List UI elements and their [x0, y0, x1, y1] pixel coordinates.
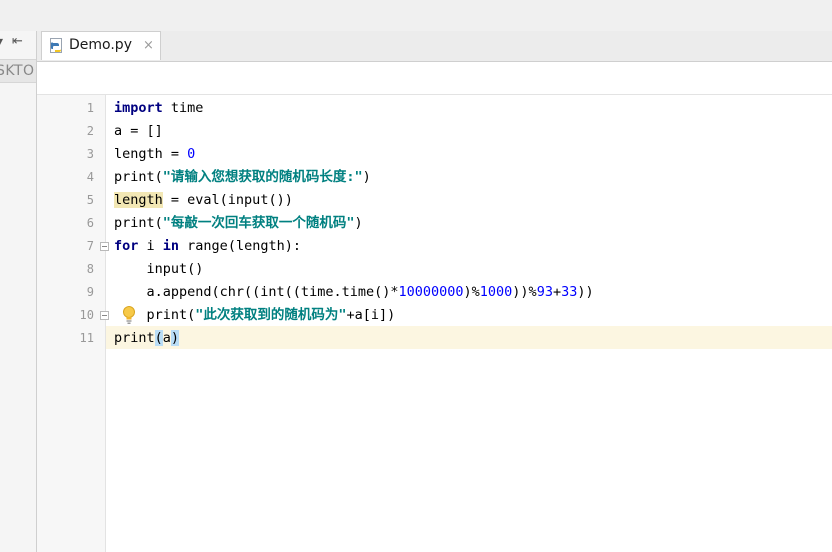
code-line[interactable]: 2 a = [] [37, 120, 832, 143]
code-token: ) [354, 215, 363, 231]
line-number: 9 [86, 285, 94, 299]
fold-marker-icon[interactable] [100, 311, 109, 320]
string-token: "此次获取到的随机码为" [195, 307, 347, 323]
dropdown-arrow-icon[interactable]: ▾ [0, 34, 3, 48]
string-token: "每敲一次回车获取一个随机码" [162, 215, 355, 231]
line-code: print(a) [114, 327, 180, 350]
code-token: )) [577, 284, 594, 300]
code-token: + [552, 284, 562, 300]
code-line[interactable]: 1 import time [37, 97, 832, 120]
line-code: for i in range(length): [114, 235, 301, 258]
code-line[interactable]: 4 print("请输入您想获取的随机码长度:") [37, 166, 832, 189]
line-code: a.append(chr((int((time.time()*10000000)… [114, 281, 594, 304]
code-line[interactable]: 9 a.append(chr((int((time.time()*1000000… [37, 281, 832, 304]
number-token: 0 [187, 146, 196, 162]
code-token: input() [114, 261, 204, 277]
code-token: print( [114, 307, 196, 323]
line-number: 6 [86, 216, 94, 230]
code-token: ) [362, 169, 371, 185]
editor-lines: 1 import time 2 a = [] 3 length = 0 4 pr… [37, 0, 832, 552]
code-token: range(length): [179, 238, 301, 254]
code-line[interactable]: 8 input() [37, 258, 832, 281]
line-number: 7 [86, 239, 94, 253]
code-line[interactable]: 7 for i in range(length): [37, 235, 832, 258]
code-token: a = [] [114, 123, 163, 139]
code-line[interactable]: 5 length = eval(input()) [37, 189, 832, 212]
line-code: print("此次获取到的随机码为"+a[i]) [114, 304, 396, 327]
number-token: 93 [536, 284, 553, 300]
line-number: 2 [86, 124, 94, 138]
project-panel: ▾ ⇤ SKTO [0, 31, 37, 552]
code-token: a.append(chr((int((time.time()* [114, 284, 399, 300]
code-line[interactable]: 11 print(a) [37, 327, 832, 350]
project-tree-item[interactable]: SKTO [0, 59, 36, 83]
line-code: print("每敲一次回车获取一个随机码") [114, 212, 363, 235]
number-token: 1000 [479, 284, 513, 300]
code-line[interactable]: 3 length = 0 [37, 143, 832, 166]
line-code: input() [114, 258, 204, 281]
line-code: print("请输入您想获取的随机码长度:") [114, 166, 371, 189]
code-token: )% [463, 284, 480, 300]
line-number: 8 [86, 262, 94, 276]
code-token: print( [114, 169, 163, 185]
keyword-token: import [114, 100, 163, 116]
code-line[interactable]: 6 print("每敲一次回车获取一个随机码") [37, 212, 832, 235]
line-code: import time [114, 97, 203, 120]
project-panel-toolbar: ▾ ⇤ [0, 31, 36, 59]
brace-match-token: ( [154, 330, 163, 346]
usage-highlight-token: length [114, 192, 163, 208]
line-number: 11 [79, 331, 94, 345]
code-token: print( [114, 215, 163, 231]
project-tree-label: SKTO [0, 63, 35, 79]
string-token: "请输入您想获取的随机码长度:" [162, 169, 363, 185]
line-code: a = [] [114, 120, 163, 143]
code-line[interactable]: 10 print("此次获取到的随机码为"+a[i]) [37, 304, 832, 327]
line-number: 5 [86, 193, 94, 207]
code-token: length = [114, 146, 188, 162]
fold-marker-icon[interactable] [100, 242, 109, 251]
keyword-token: for [114, 238, 139, 254]
code-token: ))% [512, 284, 537, 300]
brace-match-token: ) [170, 330, 180, 346]
line-code: length = eval(input()) [114, 189, 293, 212]
code-token: +a[i]) [346, 307, 396, 323]
code-token: print [114, 330, 155, 346]
line-number: 4 [86, 170, 94, 184]
line-number: 10 [79, 308, 94, 322]
collapse-panel-icon[interactable]: ⇤ [12, 34, 23, 49]
line-number: 3 [86, 147, 94, 161]
line-number: 1 [86, 101, 94, 115]
keyword-token: in [162, 238, 180, 254]
number-token: 10000000 [398, 284, 464, 300]
code-token: time [162, 100, 204, 116]
code-token: = eval(input()) [162, 192, 293, 208]
number-token: 33 [561, 284, 578, 300]
line-code: length = 0 [114, 143, 195, 166]
code-token: i [138, 238, 163, 254]
code-token: a [162, 330, 171, 346]
